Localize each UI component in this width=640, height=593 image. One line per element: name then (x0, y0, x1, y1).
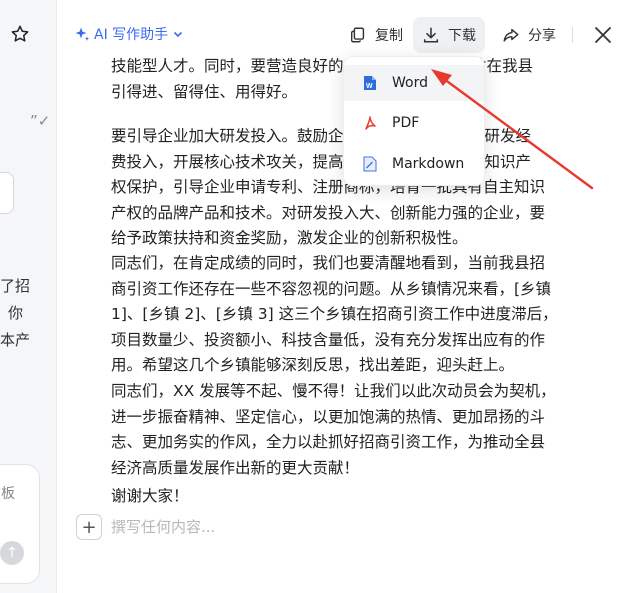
menu-item-markdown[interactable]: Markdown (344, 146, 484, 182)
text-line: 志、更加务实的作风，全力以赴抓好招商引资工作，为推动全县 (111, 433, 546, 451)
menu-item-label: PDF (392, 115, 420, 131)
menu-item-word[interactable]: W Word (344, 65, 484, 101)
text-line: 项目数量少、投资额小、科技含量低，没有充分发挥出应有的作 (111, 330, 546, 349)
svg-text:W: W (366, 83, 373, 90)
download-menu: W Word PDF Markdown (343, 56, 485, 186)
left-input-fragment[interactable] (0, 172, 14, 214)
star-icon[interactable] (10, 24, 30, 44)
left-panel: ”✓ 了招 你 本产 板 ↑ (0, 0, 57, 593)
compose-input[interactable] (111, 516, 411, 538)
text-line: 技能型人才。同时，要营造良好的 (111, 57, 344, 75)
text-line: 引得进、留得住、用得好。 (111, 82, 298, 101)
plus-icon: + (81, 516, 97, 538)
text-line: 进一步振奋精神、坚定信心，以更加饱满的热情、更加昂扬的斗 (111, 407, 546, 426)
text-line: 谢谢大家！ (111, 487, 189, 505)
left-fragment: 你 (8, 304, 24, 322)
text-line: 商引资工作还存在一些不容忽视的问题。从乡镇情况来看，[乡镇 (111, 279, 552, 298)
left-fragment: 板 (1, 486, 15, 502)
sparkle-icon (75, 27, 89, 41)
pdf-file-icon (365, 116, 376, 130)
add-block-button[interactable]: + (76, 514, 102, 540)
send-icon[interactable]: ↑ (0, 541, 24, 565)
left-fragment: 本产 (0, 331, 31, 349)
ai-assistant-button[interactable]: AI 写作助手 (74, 24, 184, 44)
text-line: 产权的品牌产品和技术。对研发投入大、创新能力强的企业，要 (111, 203, 546, 222)
text-line: 费投入，开展核心技术攻关，提高 (111, 152, 344, 171)
text-line: 同志们，在肯定成绩的同时，我们也要清醒地看到，当前我县招 (111, 254, 546, 272)
ai-assistant-label: AI 写作助手 (94, 27, 169, 43)
text-line: 经济高质量发展作出新的更大贡献！ (111, 458, 360, 477)
text-line: 1]、[乡镇 2]、[乡镇 3] 这三个乡镇在招商引资工作中进度滞后， (111, 305, 558, 323)
word-file-icon: W (364, 76, 376, 90)
text-line: 给予政策扶持和资金奖励，激发企业的创新积极性。 (111, 229, 468, 247)
left-chat-box[interactable]: 板 (0, 464, 40, 584)
text-line: 同志们，XX 发展等不起、慢不得！让我们以此次动员会为契机， (111, 382, 556, 400)
paragraph: 同志们，XX 发展等不起、慢不得！让我们以此次动员会为契机， 进一步振奋精神、坚… (111, 379, 581, 481)
menu-item-label: Markdown (392, 156, 465, 172)
text-line: 用。希望这几个乡镇能够深刻反思，找出差距，迎头赶上。 (111, 356, 515, 374)
left-fragment: 了招 (0, 277, 31, 295)
paragraph: 同志们，在肯定成绩的同时，我们也要清醒地看到，当前我县招 商引资工作还存在一些不… (111, 251, 581, 379)
left-fragment: ”✓ (30, 112, 51, 130)
text-line: 要引导企业加大研发投入。鼓励企 (111, 127, 344, 145)
paragraph: 谢谢大家！ (111, 484, 581, 510)
menu-item-label: Word (392, 75, 428, 91)
menu-item-pdf[interactable]: PDF (344, 105, 484, 141)
close-icon[interactable] (592, 24, 614, 46)
chevron-down-icon (174, 31, 183, 38)
markdown-file-icon (363, 156, 377, 172)
toolbar-divider (572, 27, 573, 43)
